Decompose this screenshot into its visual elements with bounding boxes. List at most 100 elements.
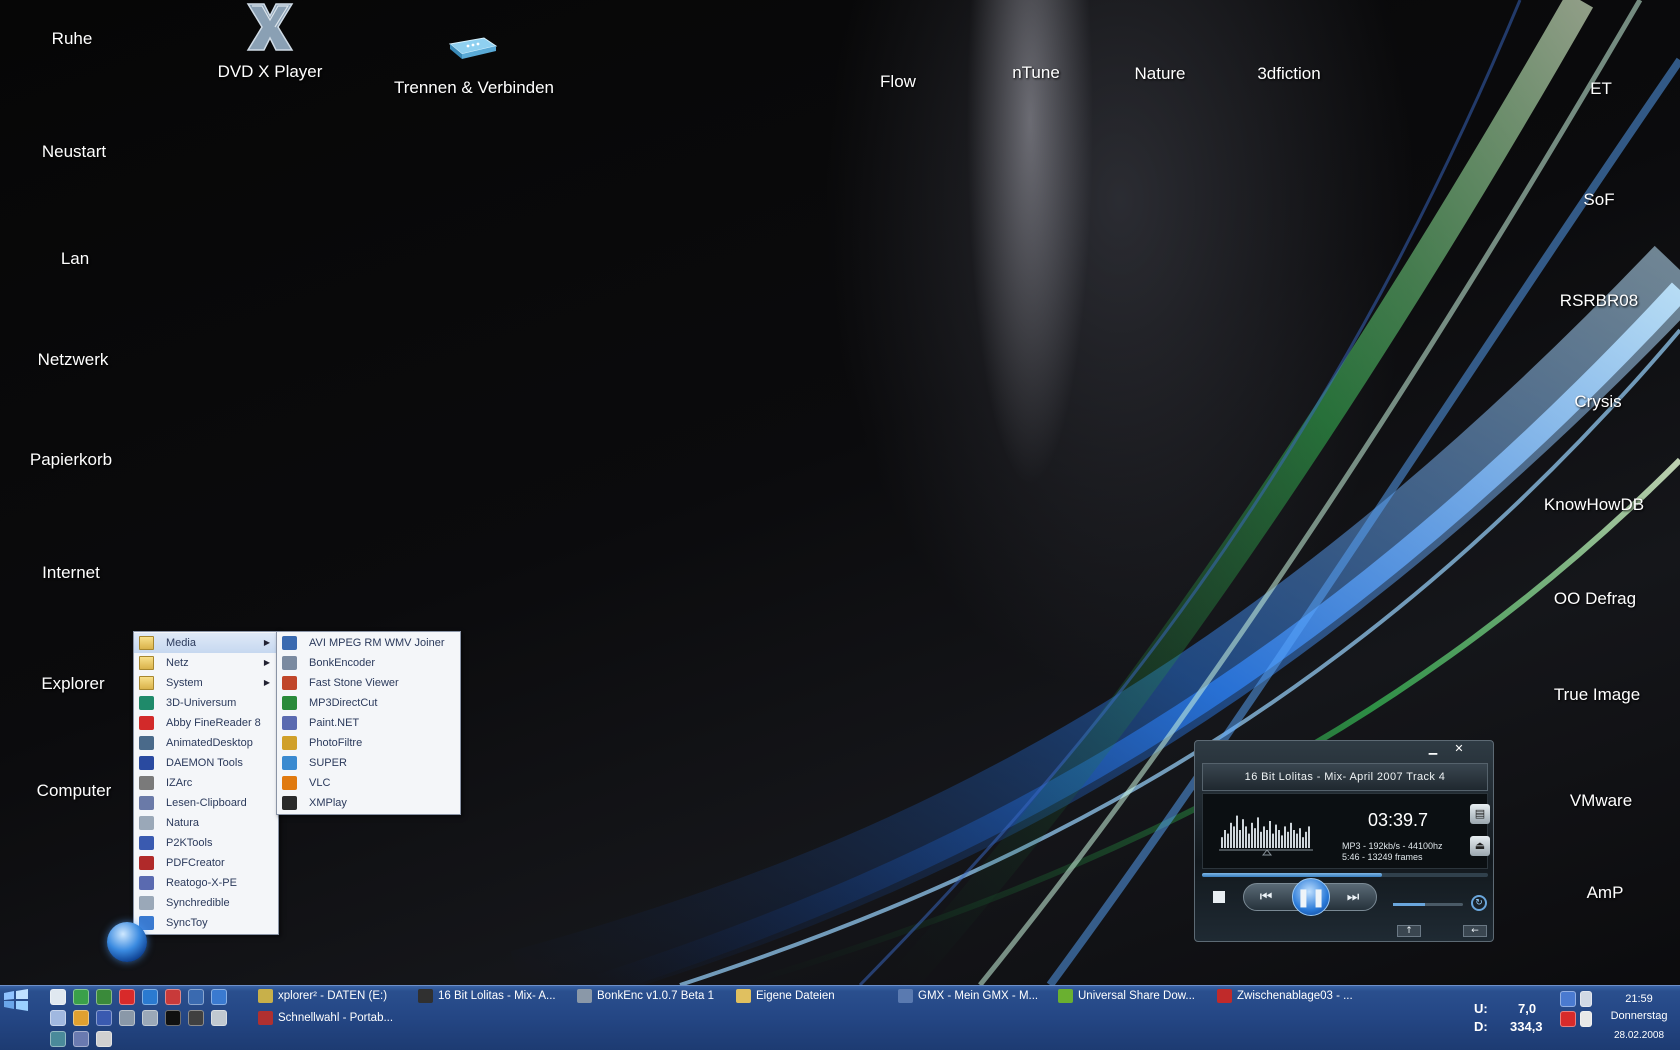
volume-slider[interactable]	[1393, 903, 1463, 906]
desktop-icon-sof[interactable]: SoF	[1583, 190, 1614, 210]
menu-item-system[interactable]: System ▶	[134, 673, 278, 693]
desktop-icon-rsrbr08[interactable]: RSRBR08	[1560, 291, 1638, 311]
previous-icon[interactable]: ⏮	[1249, 888, 1283, 906]
spectrum-bar	[1293, 830, 1295, 848]
quick-launch-icon[interactable]	[211, 1010, 227, 1026]
device-tray-icon[interactable]	[1580, 1011, 1592, 1027]
menu-item-netz[interactable]: Netz ▶	[134, 653, 278, 673]
taskbar-button[interactable]: GMX - Mein GMX - M...	[898, 986, 1038, 1006]
taskbar-button[interactable]: Eigene Dateien	[736, 986, 835, 1006]
quick-launch-icon[interactable]	[165, 989, 181, 1005]
quick-launch-icon[interactable]	[50, 989, 66, 1005]
menu-item-izarc[interactable]: IZArc	[134, 773, 278, 793]
desktop-icon-true-image[interactable]: True Image	[1554, 685, 1640, 705]
taskbar-button[interactable]: Universal Share Dow...	[1058, 986, 1195, 1006]
quick-launch-icon[interactable]	[96, 1010, 112, 1026]
desktop-icon-trennen-verbinden[interactable]: Trennen & Verbinden	[394, 78, 554, 98]
quick-launch-icon[interactable]	[96, 1031, 112, 1047]
submenu-item-mp3directcut[interactable]: MP3DirectCut	[277, 693, 460, 713]
desktop-icon-explorer[interactable]: Explorer	[41, 674, 104, 694]
menu-item-label: AnimatedDesktop	[166, 737, 253, 749]
antivirus-tray-icon[interactable]	[1560, 1011, 1576, 1027]
dvd-x-player-icon[interactable]	[242, 2, 298, 52]
eject-icon[interactable]: ⏏	[1470, 836, 1490, 856]
menu-item-pdfcreator[interactable]: PDFCreator	[134, 853, 278, 873]
taskbar-button[interactable]: 16 Bit Lolitas - Mix- A...	[418, 986, 556, 1006]
quick-launch-icon[interactable]	[96, 989, 112, 1005]
player-close-button[interactable]: ✕	[1447, 742, 1471, 756]
desktop-icon-neustart[interactable]: Neustart	[42, 142, 106, 162]
quick-launch-icon[interactable]	[73, 989, 89, 1005]
quick-launch-icon[interactable]	[119, 989, 135, 1005]
submenu-item-vlc[interactable]: VLC	[277, 773, 460, 793]
desktop-icon-3dfiction[interactable]: 3dfiction	[1257, 64, 1320, 84]
quick-launch-icon[interactable]	[142, 989, 158, 1005]
menu-item-natura[interactable]: Natura	[134, 813, 278, 833]
menu-item-reatogo-x-pe[interactable]: Reatogo-X-PE	[134, 873, 278, 893]
quick-launch-icon[interactable]	[211, 989, 227, 1005]
clock-time[interactable]: 21:59	[1604, 993, 1674, 1005]
menu-item-synchredible[interactable]: Synchredible	[134, 893, 278, 913]
player-minimize-button[interactable]: ▁	[1421, 742, 1445, 756]
menu-item-synctoy[interactable]: SyncToy	[134, 913, 278, 933]
submenu-item-xmplay[interactable]: XMPlay	[277, 793, 460, 813]
menu-item-animateddesktop[interactable]: AnimatedDesktop	[134, 733, 278, 753]
quick-launch-icon[interactable]	[188, 1010, 204, 1026]
quick-launch-icon[interactable]	[142, 1010, 158, 1026]
desktop-icon-ntune[interactable]: nTune	[1012, 63, 1060, 83]
taskbar-button[interactable]: xplorer² - DATEN (E:)	[258, 986, 387, 1006]
menu-item-media[interactable]: Media ▶	[134, 633, 278, 653]
desktop-icon-amp[interactable]: AmP	[1587, 883, 1624, 903]
pause-icon[interactable]: ❚❚	[1292, 878, 1330, 916]
desktop-icon-internet[interactable]: Internet	[42, 563, 100, 583]
submenu-item-photofiltre[interactable]: PhotoFiltre	[277, 733, 460, 753]
desktop-icon-computer[interactable]: Computer	[37, 781, 112, 801]
back-arrow-icon[interactable]: ←	[1463, 925, 1487, 937]
submenu-item-paint-net[interactable]: Paint.NET	[277, 713, 460, 733]
playlist-icon[interactable]: ▤	[1470, 804, 1490, 824]
quick-launch-icon[interactable]	[50, 1010, 66, 1026]
desktop-icon-knowhowdb[interactable]: KnowHowDB	[1544, 495, 1644, 515]
submenu-item-bonkencoder[interactable]: BonkEncoder	[277, 653, 460, 673]
stop-icon[interactable]	[1213, 891, 1225, 903]
repeat-icon[interactable]: ↻	[1471, 895, 1487, 911]
taskbar-button[interactable]: Schnellwahl - Portab...	[258, 1008, 393, 1028]
quick-launch-icon[interactable]	[73, 1031, 89, 1047]
taskbar-button[interactable]: Zwischenablage03 - ...	[1217, 986, 1353, 1006]
desktop-icon-nature[interactable]: Nature	[1134, 64, 1185, 84]
taskbar-button[interactable]: BonkEnc v1.0.7 Beta 1	[577, 986, 714, 1006]
spectrum-bar	[1233, 826, 1235, 848]
windows-flag-icon[interactable]	[2, 988, 30, 1012]
spectrum-bar	[1242, 819, 1244, 848]
quick-launch-icon[interactable]	[73, 1010, 89, 1026]
desktop-icon-dvd-x-player[interactable]: DVD X Player	[218, 62, 323, 82]
desktop-icon-papierkorb[interactable]: Papierkorb	[30, 450, 112, 470]
submenu-item-avi-mpeg-rm-wmv-joiner[interactable]: AVI MPEG RM WMV Joiner	[277, 633, 460, 653]
desktop-icon-et[interactable]: ET	[1590, 79, 1612, 99]
menu-item-daemon-tools[interactable]: DAEMON Tools	[134, 753, 278, 773]
submenu-item-super[interactable]: SUPER	[277, 753, 460, 773]
quick-launch-icon[interactable]	[165, 1010, 181, 1026]
desktop-icon-netzwerk[interactable]: Netzwerk	[38, 350, 109, 370]
keyboard-tray-icon[interactable]	[1580, 991, 1592, 1007]
desktop-icon-oo-defrag[interactable]: OO Defrag	[1554, 589, 1636, 609]
desktop-icon-vmware[interactable]: VMware	[1570, 791, 1632, 811]
desktop-icon-flow[interactable]: Flow	[880, 72, 916, 92]
submenu-item-fast-stone-viewer[interactable]: Fast Stone Viewer	[277, 673, 460, 693]
start-orb-icon[interactable]	[107, 922, 147, 962]
desktop-icon-lan[interactable]: Lan	[61, 249, 89, 269]
network-tray-icon[interactable]	[1560, 991, 1576, 1007]
menu-item-abby-finereader-8[interactable]: Abby FineReader 8	[134, 713, 278, 733]
modem-icon[interactable]	[446, 34, 498, 60]
next-icon[interactable]: ⏭	[1336, 888, 1370, 906]
menu-item-p2ktools[interactable]: P2KTools	[134, 833, 278, 853]
quick-launch-icon[interactable]	[119, 1010, 135, 1026]
menu-item-3d-universum[interactable]: 3D-Universum	[134, 693, 278, 713]
menu-item-lesen-clipboard[interactable]: Lesen-Clipboard	[134, 793, 278, 813]
seek-bar[interactable]	[1202, 873, 1488, 877]
quick-launch-icon[interactable]	[50, 1031, 66, 1047]
desktop-icon-crysis[interactable]: Crysis	[1574, 392, 1621, 412]
desktop-icon-ruhe[interactable]: Ruhe	[52, 29, 93, 49]
quick-launch-icon[interactable]	[188, 989, 204, 1005]
expand-up-icon[interactable]: ↑	[1397, 925, 1421, 937]
